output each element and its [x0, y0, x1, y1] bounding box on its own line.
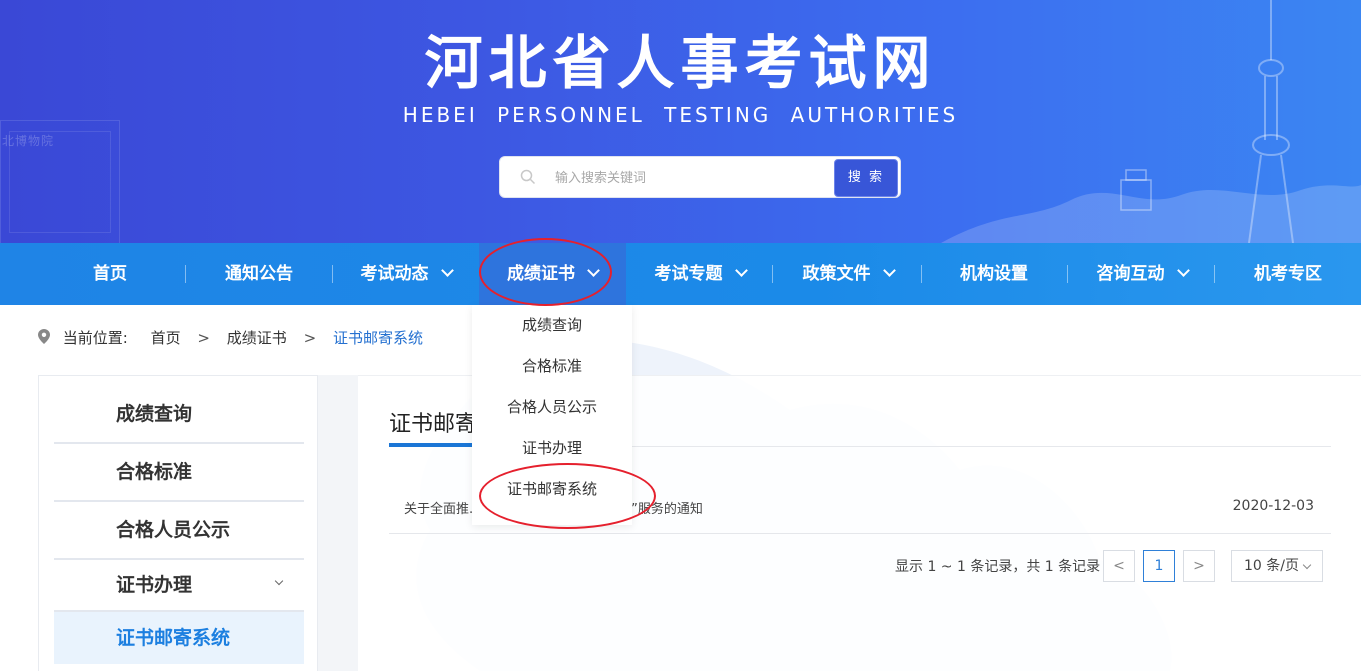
sidebar-item-certificate-handling[interactable]: 证书办理 — [54, 560, 304, 612]
great-wall-decoration — [941, 169, 1361, 243]
chevron-down-icon — [882, 264, 896, 277]
page-button-current[interactable]: 1 — [1143, 550, 1175, 582]
pager-info: 显示 1 ~ 1 条记录，共 1 条记录 — [895, 559, 1101, 575]
next-page-button[interactable]: > — [1183, 550, 1215, 582]
chevron-down-icon — [734, 264, 748, 277]
nav-item-exam-news[interactable]: 考试动态 — [336, 243, 476, 305]
search-icon — [520, 169, 536, 185]
sidebar-item-score-query[interactable]: 成绩查询 — [54, 386, 304, 444]
breadcrumb-item-home[interactable]: 首页 — [151, 329, 181, 347]
dropdown-item-certificate-mailing[interactable]: 证书邮寄系统 — [472, 469, 632, 510]
breadcrumb-item-scores[interactable]: 成绩证书 — [227, 329, 287, 347]
dropdown-item-qualified-list[interactable]: 合格人员公示 — [472, 387, 632, 428]
dropdown-item-certificate-handling[interactable]: 证书办理 — [472, 428, 632, 469]
search-input[interactable] — [555, 165, 825, 191]
chevron-down-icon — [440, 264, 454, 277]
nav-item-notices[interactable]: 通知公告 — [200, 243, 318, 305]
nav-item-scores-certificates[interactable]: 成绩证书 — [479, 243, 626, 305]
nav-dropdown-menu: 成绩查询 合格标准 合格人员公示 证书办理 证书邮寄系统 — [472, 305, 632, 525]
site-title: 河北省人事考试网 — [424, 29, 937, 97]
search-button[interactable]: 搜 索 — [834, 159, 898, 197]
breadcrumb-separator: > — [197, 329, 210, 347]
breadcrumb-separator: > — [303, 329, 317, 347]
nav-divider — [1067, 265, 1068, 283]
chevron-down-icon — [587, 264, 600, 277]
page-title: 证书邮寄 — [389, 412, 478, 437]
sidebar: 成绩查询 合格标准 合格人员公示 证书办理 证书邮寄系统 — [38, 375, 318, 671]
nav-divider — [332, 265, 333, 283]
main-nav: 首页 通知公告 考试动态 成绩证书 考试专题 政策文件 机构设置 咨询互动 机考… — [0, 243, 1361, 305]
chevron-down-icon — [1176, 264, 1190, 277]
breadcrumb-prefix: 当前位置: — [62, 329, 128, 347]
chevron-down-icon — [1302, 560, 1312, 570]
sidebar-gutter — [318, 375, 358, 671]
site-header: 北博物院 河北省人事考试网 HEBEI PERSONNEL TESTING AU… — [0, 0, 1361, 243]
nav-item-home[interactable]: 首页 — [55, 243, 165, 305]
breadcrumb: 当前位置: 首页 > 成绩证书 > 证书邮寄系统 — [38, 326, 433, 350]
nav-divider — [185, 265, 186, 283]
title-underline — [389, 443, 473, 447]
prev-page-button[interactable]: < — [1103, 550, 1135, 582]
page-size-select[interactable]: 10 条/页 — [1231, 550, 1323, 582]
location-pin-icon — [38, 329, 50, 344]
nav-divider — [921, 265, 922, 283]
search-box: 搜 索 — [499, 156, 901, 198]
sidebar-item-qualified-list[interactable]: 合格人员公示 — [54, 502, 304, 560]
nav-item-consultation[interactable]: 咨询互动 — [1072, 243, 1212, 305]
nav-item-exam-topics[interactable]: 考试专题 — [630, 243, 770, 305]
sidebar-item-certificate-mailing[interactable]: 证书邮寄系统 — [54, 612, 304, 664]
article-date: 2020-12-03 — [1232, 498, 1314, 514]
chevron-down-icon — [274, 576, 284, 586]
dropdown-item-score-query[interactable]: 成绩查询 — [472, 305, 632, 346]
museum-decoration-text: 北博物院 — [2, 134, 55, 148]
nav-item-organization[interactable]: 机构设置 — [934, 243, 1054, 305]
site-subtitle: HEBEI PERSONNEL TESTING AUTHORITIES — [402, 103, 959, 127]
sidebar-item-pass-standard[interactable]: 合格标准 — [54, 444, 304, 502]
nav-divider — [772, 265, 773, 283]
nav-divider — [1214, 265, 1215, 283]
dropdown-item-pass-standard[interactable]: 合格标准 — [472, 346, 632, 387]
breadcrumb-item-current: 证书邮寄系统 — [332, 329, 423, 347]
nav-item-computer-exam[interactable]: 机考专区 — [1230, 243, 1346, 305]
nav-item-policy-files[interactable]: 政策文件 — [778, 243, 918, 305]
